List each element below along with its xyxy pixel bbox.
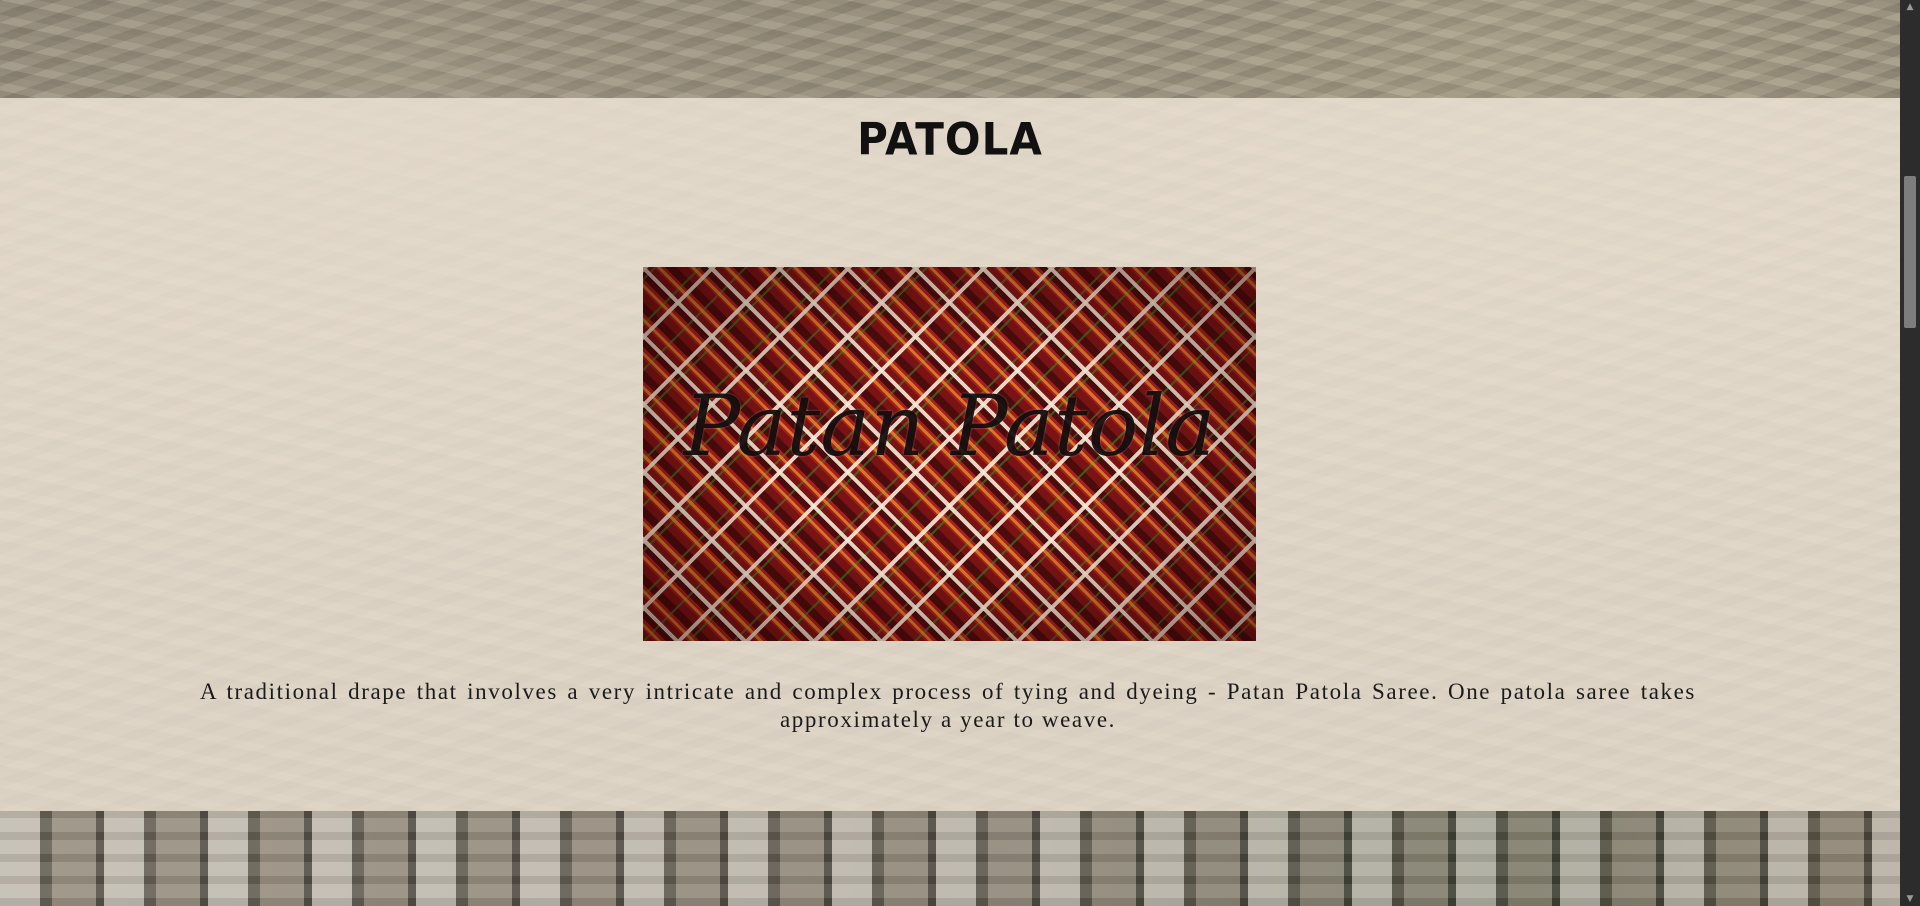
image-caption: Patan Patola [683,377,1216,475]
triangle-down-icon[interactable]: ▼ [1900,892,1920,906]
triangle-up-icon[interactable]: ▲ [1900,0,1920,14]
patola-image: Patan Patola [643,267,1256,641]
section-description: A traditional drape that involves a very… [200,679,1696,732]
vertical-scrollbar[interactable]: ▲ ▼ [1900,0,1920,906]
scrollbar-thumb[interactable] [1904,176,1916,328]
section-title: PATOLA [857,113,1043,166]
city-background-lower [0,811,1900,906]
